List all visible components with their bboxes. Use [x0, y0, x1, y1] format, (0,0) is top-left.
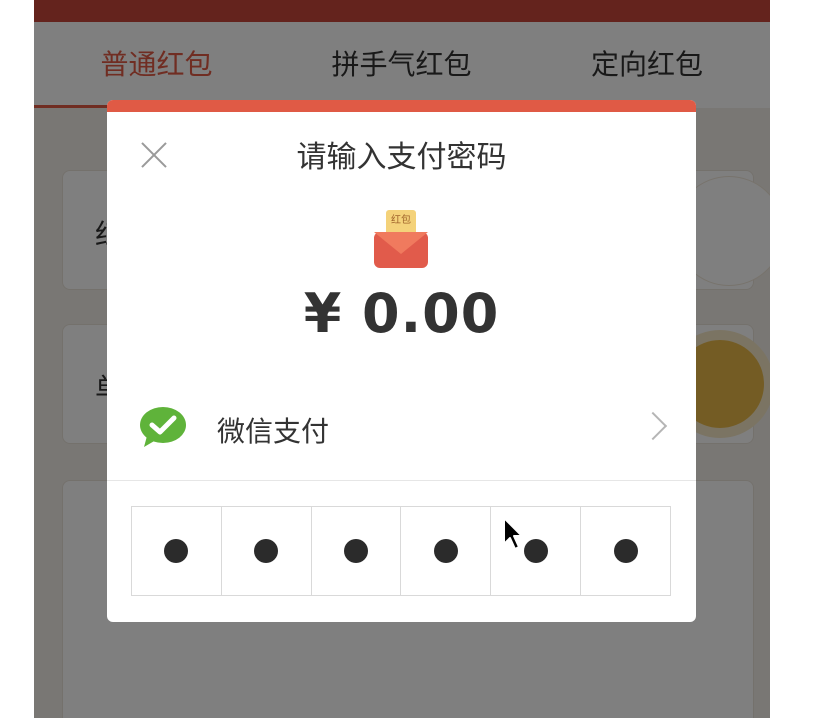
password-digit-cell	[401, 507, 492, 595]
dialog-top-bar	[107, 100, 696, 112]
password-input[interactable]	[131, 506, 671, 596]
password-dot	[433, 539, 458, 563]
chevron-right-icon	[638, 411, 668, 441]
payment-method-label: 微信支付	[217, 415, 330, 448]
password-digit-cell	[312, 507, 402, 595]
password-dot	[164, 539, 189, 563]
dialog-title: 请输入支付密码	[296, 140, 507, 175]
wechat-pay-icon	[140, 407, 186, 447]
password-digit-cell	[132, 507, 222, 595]
payment-method-row[interactable]: 微信支付	[107, 380, 696, 480]
password-dot	[344, 539, 369, 563]
payment-amount: ¥ 0.00	[303, 282, 500, 345]
password-digit-cell	[581, 507, 670, 595]
password-digit-cell	[222, 507, 312, 595]
password-dot	[523, 539, 548, 563]
payment-password-dialog: 请输入支付密码 红包 ¥ 0.00 微信支付	[107, 100, 696, 622]
mouse-cursor-icon	[503, 517, 523, 550]
password-dot	[254, 539, 279, 563]
password-dot	[613, 539, 638, 563]
red-envelope-icon: 红包	[372, 208, 430, 268]
divider	[107, 480, 696, 481]
